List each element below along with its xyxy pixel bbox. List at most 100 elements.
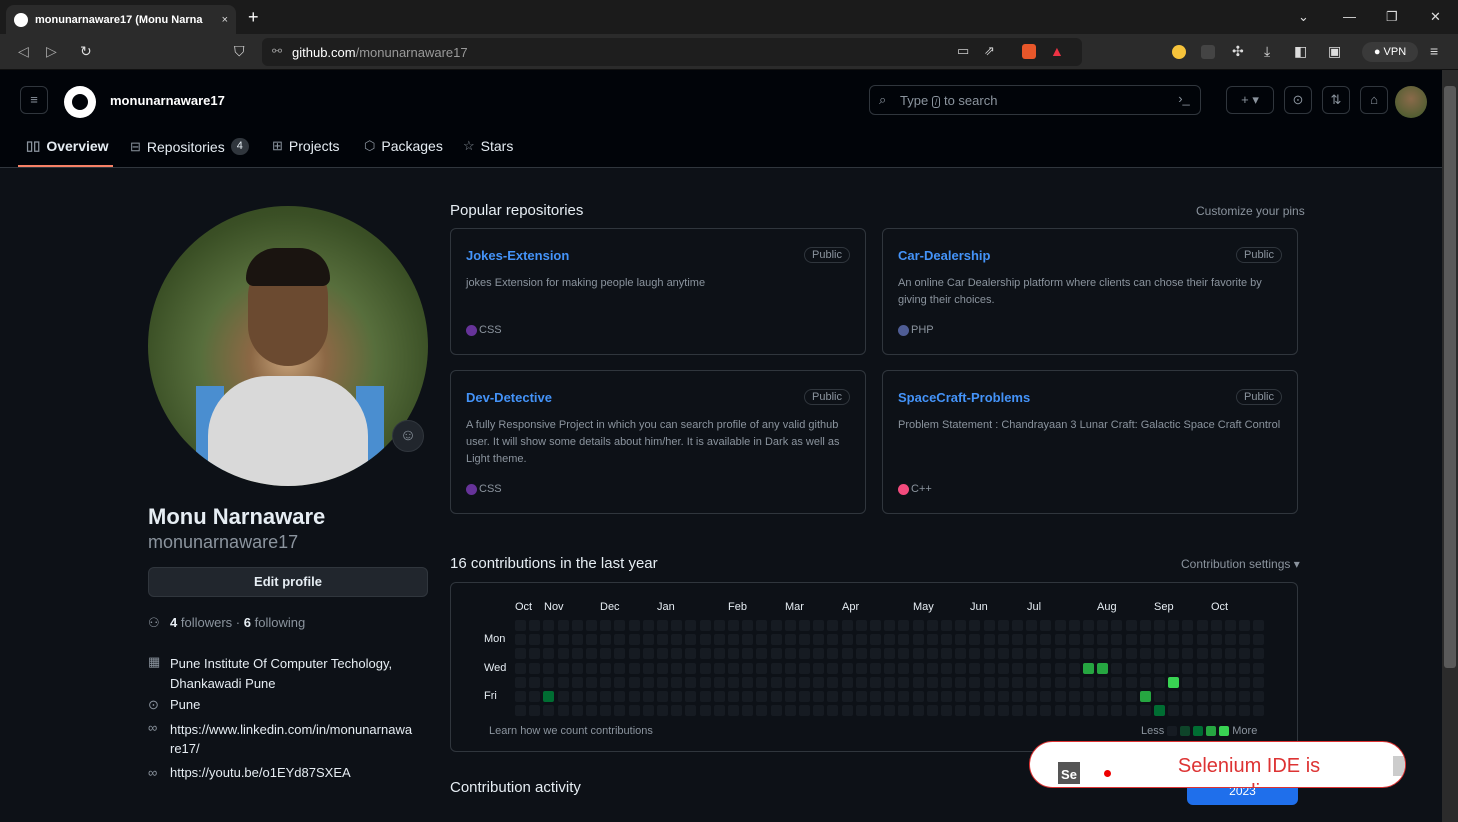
- contribution-day-cell[interactable]: [784, 620, 796, 631]
- contribution-day-cell[interactable]: [926, 662, 938, 674]
- contribution-day-cell[interactable]: [728, 662, 739, 674]
- contribution-day-cell[interactable]: [799, 648, 810, 660]
- contribution-day-cell[interactable]: [1168, 620, 1180, 631]
- reload-icon[interactable]: ↻: [80, 43, 92, 60]
- contribution-day-cell[interactable]: [1012, 648, 1023, 660]
- contribution-day-cell[interactable]: [955, 691, 967, 702]
- contribution-day-cell[interactable]: [1139, 705, 1151, 717]
- contribution-day-cell[interactable]: [997, 676, 1009, 688]
- contribution-day-cell[interactable]: [756, 662, 768, 674]
- tab-overview[interactable]: ▯▯ Overview: [26, 138, 109, 154]
- search-input[interactable]: ⌕ Type / to search: [869, 85, 1201, 115]
- contribution-day-cell[interactable]: [699, 648, 711, 660]
- contribution-day-cell[interactable]: [855, 662, 867, 674]
- contribution-day-cell[interactable]: [1125, 691, 1137, 702]
- tab-packages[interactable]: ⬡ Packages: [364, 138, 443, 154]
- contribution-day-cell[interactable]: [756, 691, 768, 702]
- contribution-day-cell[interactable]: [642, 648, 654, 660]
- contribution-day-cell[interactable]: [586, 620, 597, 631]
- edit-profile-button[interactable]: Edit profile: [148, 567, 428, 597]
- contribution-day-cell[interactable]: [1182, 676, 1194, 688]
- contribution-day-cell[interactable]: [557, 648, 569, 660]
- contribution-day-cell[interactable]: [756, 676, 768, 688]
- contribution-day-cell[interactable]: [1068, 676, 1080, 688]
- contribution-day-cell[interactable]: [671, 691, 683, 702]
- wallet-icon[interactable]: ▣: [1328, 43, 1341, 60]
- user-avatar[interactable]: [1395, 86, 1427, 118]
- contribution-day-cell[interactable]: [955, 620, 967, 631]
- contribution-day-cell[interactable]: [870, 662, 881, 674]
- contribution-day-cell[interactable]: [799, 705, 810, 717]
- contribution-day-cell[interactable]: [1154, 620, 1165, 631]
- contribution-day-cell[interactable]: [742, 662, 754, 674]
- contribution-day-cell[interactable]: [657, 620, 668, 631]
- contribution-day-cell[interactable]: [997, 691, 1009, 702]
- contribution-day-cell[interactable]: [685, 662, 697, 674]
- contribution-day-cell[interactable]: [1012, 662, 1023, 674]
- contribution-day-cell[interactable]: [784, 691, 796, 702]
- contribution-day-cell[interactable]: [884, 691, 896, 702]
- contribution-day-cell[interactable]: [515, 662, 526, 674]
- contribution-day-cell[interactable]: [813, 691, 825, 702]
- contribution-day-cell[interactable]: [1196, 705, 1208, 717]
- followers-link[interactable]: followers: [181, 615, 232, 631]
- contribution-day-cell[interactable]: [529, 634, 541, 646]
- followers-count[interactable]: 4: [170, 615, 177, 631]
- contribution-day-cell[interactable]: [1054, 705, 1066, 717]
- contribution-day-cell[interactable]: [1097, 620, 1109, 631]
- contribution-day-cell[interactable]: [515, 634, 526, 646]
- contribution-day-cell[interactable]: [799, 634, 810, 646]
- contribution-day-cell[interactable]: [1054, 620, 1066, 631]
- repo-name-link[interactable]: SpaceCraft-Problems: [898, 390, 1030, 405]
- contribution-day-cell[interactable]: [628, 691, 640, 702]
- contribution-day-cell[interactable]: [799, 662, 810, 674]
- contribution-day-cell[interactable]: [728, 648, 739, 660]
- contribution-day-cell[interactable]: [912, 676, 924, 688]
- contribution-day-cell[interactable]: [614, 634, 626, 646]
- linkedin-link[interactable]: https://www.linkedin.com/in/monunarnawa r…: [170, 720, 412, 758]
- contribution-day-cell[interactable]: [1139, 648, 1151, 660]
- contribution-day-cell[interactable]: [926, 705, 938, 717]
- contribution-day-cell[interactable]: [571, 705, 583, 717]
- contribution-day-cell[interactable]: [784, 648, 796, 660]
- contribution-day-cell[interactable]: [1054, 676, 1066, 688]
- contribution-day-cell[interactable]: [671, 648, 683, 660]
- contribution-day-cell[interactable]: [827, 648, 839, 660]
- contribution-day-cell[interactable]: [728, 691, 739, 702]
- contribution-day-cell[interactable]: [1026, 662, 1038, 674]
- contribution-day-cell[interactable]: [941, 705, 952, 717]
- contribution-day-cell[interactable]: [884, 648, 896, 660]
- contribution-day-cell[interactable]: [685, 648, 697, 660]
- contribution-day-cell[interactable]: [955, 648, 967, 660]
- contribution-day-cell[interactable]: [685, 705, 697, 717]
- contribution-day-cell[interactable]: [1012, 634, 1023, 646]
- contribution-day-cell[interactable]: [1040, 662, 1052, 674]
- contribution-day-cell[interactable]: [1111, 634, 1123, 646]
- contribution-day-cell[interactable]: [770, 691, 782, 702]
- contribution-day-cell[interactable]: [997, 662, 1009, 674]
- contribution-day-cell[interactable]: [628, 648, 640, 660]
- contribution-day-cell[interactable]: [1097, 676, 1109, 688]
- contribution-day-cell[interactable]: [827, 676, 839, 688]
- contribution-day-cell[interactable]: [827, 705, 839, 717]
- contribution-day-cell[interactable]: [628, 705, 640, 717]
- tab-stars[interactable]: ☆ Stars: [463, 138, 513, 154]
- contribution-day-cell[interactable]: [1239, 648, 1251, 660]
- brave-shields-icon[interactable]: [1022, 44, 1036, 59]
- contribution-day-cell[interactable]: [515, 691, 526, 702]
- contribution-day-cell[interactable]: [983, 648, 995, 660]
- contribution-day-cell[interactable]: [671, 676, 683, 688]
- contribution-day-cell[interactable]: [983, 676, 995, 688]
- contribution-day-cell[interactable]: [1068, 620, 1080, 631]
- contribution-day-cell[interactable]: [657, 648, 668, 660]
- contribution-day-cell[interactable]: [1196, 648, 1208, 660]
- contribution-day-cell[interactable]: [1026, 648, 1038, 660]
- contribution-day-cell[interactable]: [1239, 662, 1251, 674]
- contribution-day-cell[interactable]: [1040, 705, 1052, 717]
- contribution-day-cell[interactable]: [870, 620, 881, 631]
- contribution-day-cell[interactable]: [855, 634, 867, 646]
- contribution-day-cell[interactable]: [1026, 691, 1038, 702]
- contribution-day-cell[interactable]: [1139, 620, 1151, 631]
- contribution-day-cell[interactable]: [955, 662, 967, 674]
- contribution-day-cell[interactable]: [1196, 634, 1208, 646]
